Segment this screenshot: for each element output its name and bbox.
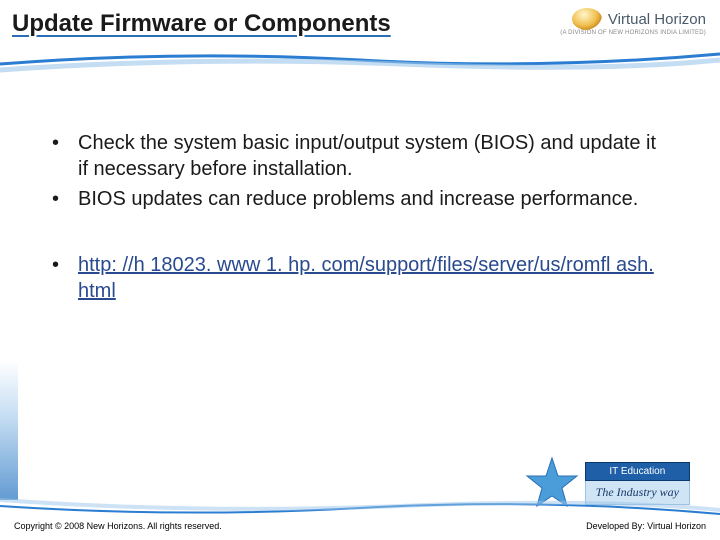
bullet-dot-icon: •: [50, 252, 78, 304]
horizon-sun-icon: [572, 8, 602, 30]
bullet-text: BIOS updates can reduce problems and inc…: [78, 186, 670, 212]
bullet-text: Check the system basic input/output syst…: [78, 130, 670, 182]
education-badge: IT Education The Industry way: [525, 456, 690, 510]
bullet-link[interactable]: http: //h 18023. www 1. hp. com/support/…: [78, 252, 670, 304]
star-icon: [525, 456, 579, 510]
brand-name: Virtual Horizon: [608, 11, 706, 28]
slide-footer: Copyright © 2008 New Horizons. All right…: [0, 512, 720, 540]
brand-tagline: (A DIVISION OF NEW HORIZONS INDIA LIMITE…: [560, 30, 706, 36]
bullet-group-1: • Check the system basic input/output sy…: [50, 130, 670, 212]
badge-top-label: IT Education: [585, 462, 690, 481]
bullet-item: • Check the system basic input/output sy…: [50, 130, 670, 182]
badge-bottom-label: The Industry way: [585, 481, 690, 505]
left-accent-decoration: [0, 360, 18, 500]
brand-logo-area: Virtual Horizon (A DIVISION OF NEW HORIZ…: [560, 8, 706, 36]
bullet-group-2: • http: //h 18023. www 1. hp. com/suppor…: [50, 252, 670, 304]
brand-logo: Virtual Horizon: [560, 8, 706, 30]
developer-credit: Developed By: Virtual Horizon: [586, 521, 706, 531]
bullet-item: • http: //h 18023. www 1. hp. com/suppor…: [50, 252, 670, 304]
slide-content: • Check the system basic input/output sy…: [0, 80, 720, 304]
bullet-dot-icon: •: [50, 186, 78, 212]
copyright-text: Copyright © 2008 New Horizons. All right…: [14, 521, 222, 531]
bullet-item: • BIOS updates can reduce problems and i…: [50, 186, 670, 212]
header-swoosh-icon: [0, 46, 720, 76]
slide-header: Update Firmware or Components Virtual Ho…: [0, 0, 720, 80]
badge-box: IT Education The Industry way: [585, 462, 690, 505]
bullet-dot-icon: •: [50, 130, 78, 182]
